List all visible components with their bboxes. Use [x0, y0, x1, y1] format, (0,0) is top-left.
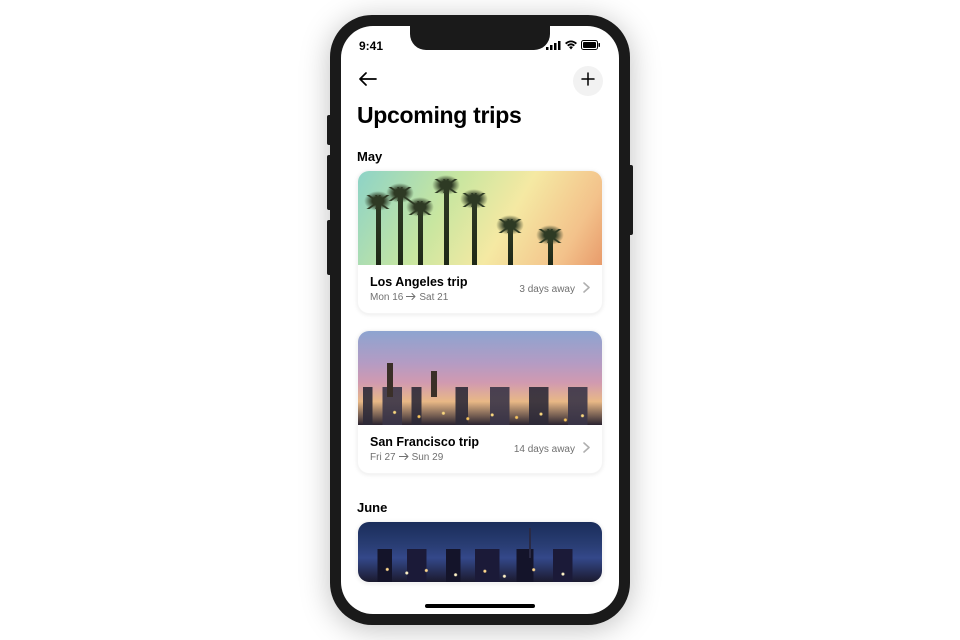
trip-date-to: Sun 29	[412, 452, 444, 463]
decorative-palm	[548, 235, 553, 265]
month-label-may: May	[357, 139, 603, 170]
trip-title: San Francisco trip	[370, 435, 506, 449]
trip-image	[358, 331, 602, 425]
decorative-palm	[418, 207, 423, 265]
trip-card-los-angeles[interactable]: Los Angeles trip Mon 16 Sat 21 3 days aw…	[357, 170, 603, 314]
trip-dates: Fri 27 Sun 29	[370, 452, 506, 463]
trip-days-away: 3 days away	[519, 284, 575, 295]
home-indicator[interactable]	[425, 604, 535, 608]
decorative-bridge-tower	[431, 371, 437, 397]
month-label-june: June	[357, 490, 603, 521]
decorative-palm	[398, 193, 403, 265]
decorative-palm	[508, 225, 513, 265]
phone-device-frame: 9:41	[330, 15, 630, 625]
add-trip-button[interactable]	[573, 66, 603, 96]
trip-date-to: Sat 21	[419, 292, 448, 303]
decorative-palm	[376, 201, 381, 265]
trip-card-body: San Francisco trip Fri 27 Sun 29 14 days…	[358, 425, 602, 473]
decorative-tower	[529, 528, 531, 558]
trip-dates: Mon 16 Sat 21	[370, 292, 511, 303]
trip-days-away: 14 days away	[514, 444, 575, 455]
decorative-bridge-tower	[387, 363, 393, 397]
decorative-palm	[444, 185, 449, 265]
decorative-palm	[472, 199, 477, 265]
arrow-left-icon	[359, 73, 377, 90]
phone-side-button	[630, 165, 633, 235]
trip-date-from: Fri 27	[370, 452, 396, 463]
back-button[interactable]	[357, 70, 379, 93]
trip-card-body: Los Angeles trip Mon 16 Sat 21 3 days aw…	[358, 265, 602, 313]
phone-screen: 9:41	[341, 26, 619, 614]
trip-date-from: Mon 16	[370, 292, 403, 303]
status-time: 9:41	[359, 39, 414, 53]
arrow-right-icon	[399, 452, 409, 463]
trip-card-june-partial[interactable]	[357, 521, 603, 583]
chevron-right-icon	[583, 280, 590, 298]
trip-card-san-francisco[interactable]: San Francisco trip Fri 27 Sun 29 14 days…	[357, 330, 603, 474]
arrow-right-icon	[406, 292, 416, 303]
trip-title: Los Angeles trip	[370, 275, 511, 289]
trip-image	[358, 171, 602, 265]
status-indicators	[546, 39, 601, 53]
wifi-icon	[564, 39, 578, 53]
page-title: Upcoming trips	[341, 102, 619, 139]
battery-icon	[581, 39, 601, 53]
trip-image	[358, 522, 602, 582]
plus-icon	[581, 72, 595, 91]
nav-bar	[341, 60, 619, 102]
phone-notch	[410, 26, 550, 50]
trips-scroll-area[interactable]: May Los Angeles trip Mon 16	[341, 139, 619, 614]
chevron-right-icon	[583, 440, 590, 458]
